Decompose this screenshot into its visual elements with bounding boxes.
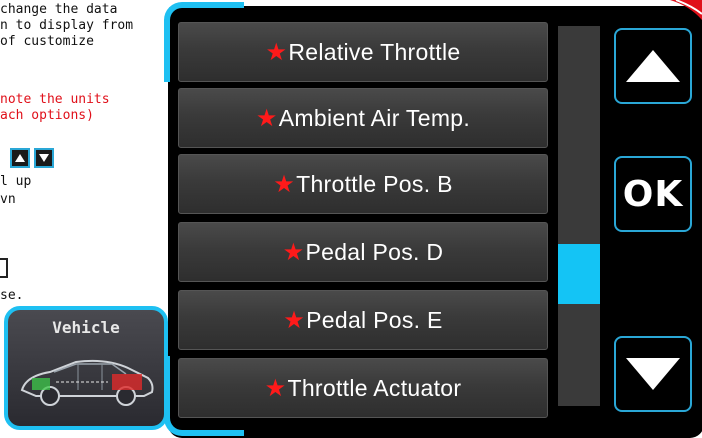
list-item-label: Ambient Air Temp.: [278, 104, 471, 131]
star-icon: ★: [282, 238, 305, 266]
instruction-line: change the data: [0, 2, 118, 17]
list-item-label: Throttle Pos. B: [296, 170, 453, 197]
vehicle-button[interactable]: Vehicle: [4, 306, 168, 430]
list-item[interactable]: ★ Ambient Air Temp.: [178, 88, 548, 148]
car-icon: [20, 359, 154, 406]
ok-button[interactable]: OK: [614, 156, 692, 232]
list-item[interactable]: ★ Throttle Pos. B: [178, 154, 548, 214]
star-icon: ★: [283, 306, 306, 334]
list-item-label: Throttle Actuator: [287, 374, 462, 401]
instruction-line: l up: [0, 174, 32, 189]
scrollbar-track[interactable]: [558, 26, 600, 406]
down-arrow-icon: [626, 358, 680, 390]
star-icon: ★: [255, 104, 278, 132]
mini-down-arrow-icon: [34, 148, 54, 168]
list-item[interactable]: ★ Throttle Actuator: [178, 358, 548, 418]
scroll-up-button[interactable]: [614, 28, 692, 104]
instruction-note: note the units: [0, 92, 110, 107]
instruction-line: se.: [0, 288, 24, 303]
up-arrow-icon: [626, 50, 680, 82]
scrollbar-thumb[interactable]: [558, 244, 600, 304]
list-item-label: Pedal Pos. E: [306, 306, 443, 333]
list-item-label: Pedal Pos. D: [305, 238, 444, 265]
mini-button-fragment: [0, 258, 8, 278]
instruction-line: vn: [0, 192, 16, 207]
list-item[interactable]: ★ Pedal Pos. E: [178, 290, 548, 350]
star-icon: ★: [273, 170, 296, 198]
list-item[interactable]: ★ Pedal Pos. D: [178, 222, 548, 282]
instruction-note: ach options): [0, 108, 94, 123]
scroll-down-button[interactable]: [614, 336, 692, 412]
list-item[interactable]: ★ Relative Throttle: [178, 22, 548, 82]
list-item-label: Relative Throttle: [288, 38, 461, 65]
instruction-line: n to display from: [0, 18, 134, 33]
star-icon: ★: [265, 38, 288, 66]
instruction-line: of customize: [0, 34, 94, 49]
instruction-arrow-icons: [10, 148, 54, 168]
mini-up-arrow-icon: [10, 148, 30, 168]
star-icon: ★: [264, 374, 287, 402]
brand-corner-decoration: [670, 0, 702, 20]
vehicle-label: Vehicle: [52, 318, 120, 337]
